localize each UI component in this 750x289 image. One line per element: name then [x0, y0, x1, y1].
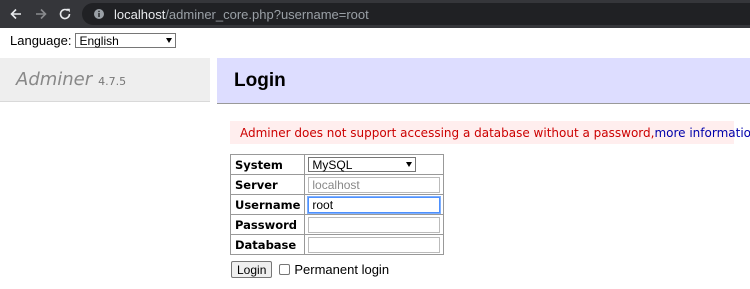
username-label: Username: [229, 194, 306, 215]
url-text: localhost/adminer_core.php?username=root: [114, 7, 369, 22]
permanent-login-checkbox[interactable]: [279, 264, 291, 275]
more-information-link[interactable]: more information: [654, 126, 750, 140]
server-label: Server: [229, 174, 306, 195]
login-actions: Login Permanent login: [231, 261, 389, 278]
system-label: System: [229, 154, 306, 175]
password-cell: [304, 214, 445, 235]
username-cell: root: [304, 194, 445, 215]
login-button[interactable]: Login: [231, 261, 273, 278]
password-input[interactable]: [308, 216, 441, 233]
database-input[interactable]: [308, 236, 441, 253]
system-selected: MySQL: [312, 157, 353, 172]
dropdown-caret-icon: [166, 38, 173, 43]
permanent-login-label[interactable]: Permanent login: [294, 262, 389, 277]
brand-logo[interactable]: Adminer: [16, 69, 92, 90]
language-row: Language: English: [10, 33, 177, 48]
forward-button[interactable]: [31, 4, 51, 24]
error-message: Adminer does not support accessing a dat…: [230, 121, 750, 144]
language-select[interactable]: English: [75, 33, 177, 48]
server-row: Server localhost: [229, 174, 445, 195]
reload-button[interactable]: [55, 4, 75, 24]
forward-arrow-icon: [36, 8, 47, 20]
server-input[interactable]: localhost: [308, 176, 441, 193]
server-cell: localhost: [304, 174, 445, 195]
password-label: Password: [229, 214, 306, 235]
back-arrow-icon: [10, 8, 21, 20]
system-row: System MySQL: [229, 154, 445, 175]
language-selected: English: [79, 33, 119, 48]
username-input[interactable]: root: [307, 195, 442, 214]
address-bar[interactable]: localhost/adminer_core.php?username=root: [82, 3, 750, 25]
url-host: localhost: [114, 6, 166, 22]
back-button[interactable]: [6, 4, 26, 24]
database-label: Database: [229, 234, 306, 255]
username-row: Username root: [229, 194, 445, 215]
browser-toolbar: localhost/adminer_core.php?username=root: [0, 0, 750, 28]
error-text: Adminer does not support accessing a dat…: [240, 125, 655, 140]
system-select[interactable]: MySQL: [308, 157, 417, 172]
database-cell: [304, 234, 445, 255]
database-row: Database: [229, 234, 445, 255]
url-path: /adminer_core.php?username=root: [165, 6, 369, 22]
site-info-icon[interactable]: [92, 7, 106, 21]
dropdown-caret-icon: [406, 162, 413, 167]
language-label: Language:: [10, 33, 72, 48]
sidebar-header: Adminer 4.7.5: [0, 58, 210, 102]
page-title: Login: [234, 69, 286, 91]
password-row: Password: [229, 214, 445, 235]
page-header: Login: [217, 58, 750, 104]
reload-icon: [59, 8, 71, 20]
version-label[interactable]: 4.7.5: [98, 75, 126, 88]
login-form: System MySQL Server localhost Username r…: [229, 154, 445, 255]
system-cell: MySQL: [304, 154, 445, 175]
